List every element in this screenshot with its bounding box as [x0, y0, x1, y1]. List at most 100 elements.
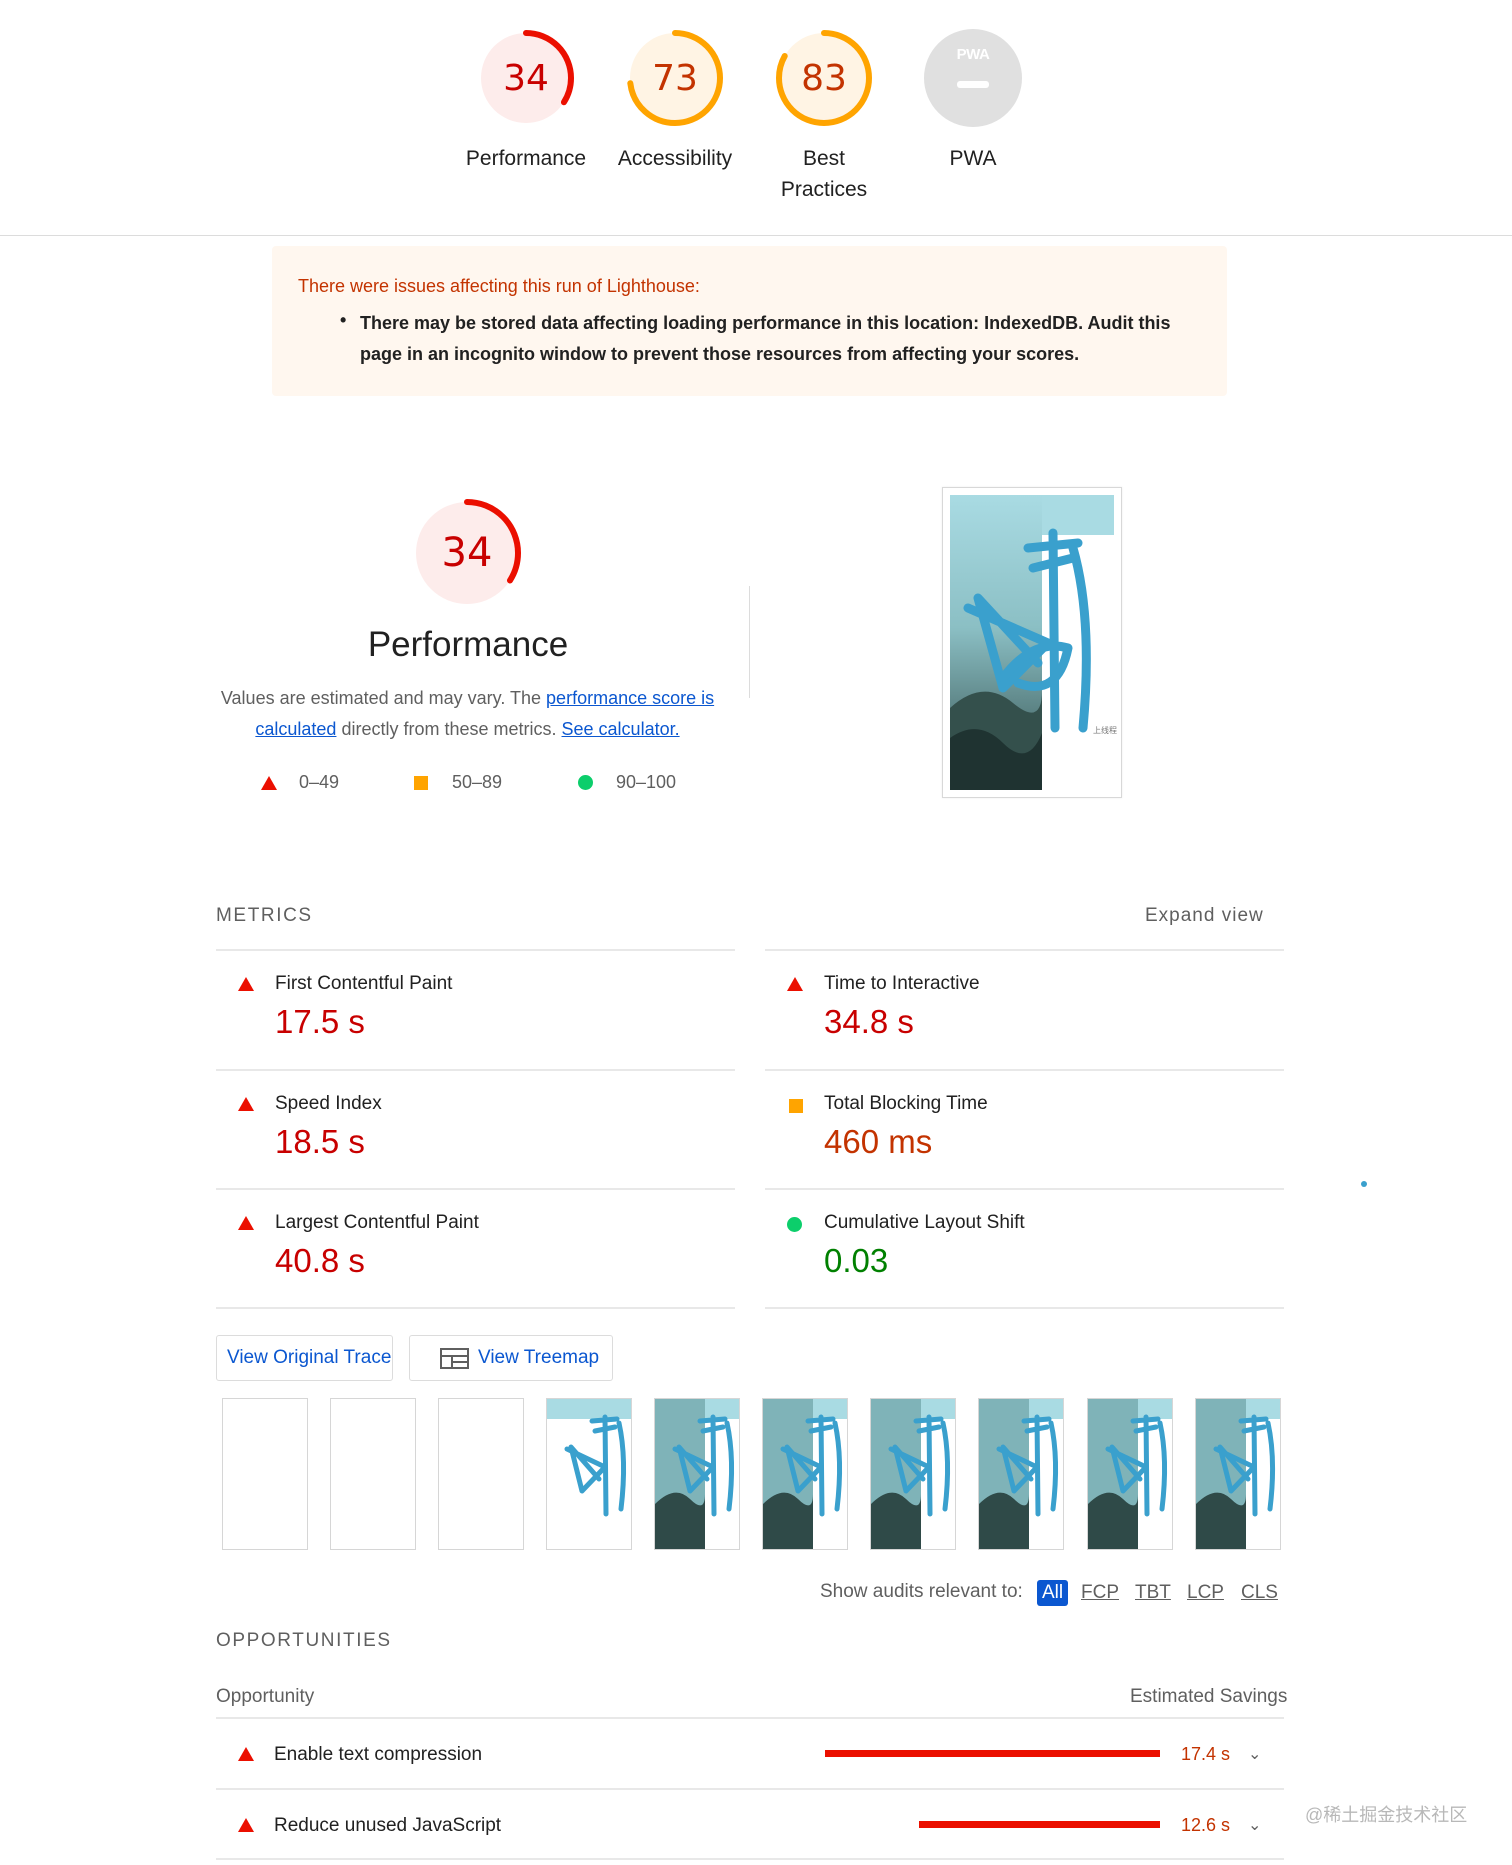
final-screenshot[interactable]: 上线程 — [942, 487, 1122, 798]
frame-thumbnail — [979, 1399, 1063, 1549]
opportunity-divider — [216, 1788, 1284, 1790]
gauge-label-pwa[interactable]: PWA — [893, 143, 1053, 174]
metric-name: Cumulative Layout Shift — [824, 1212, 1025, 1233]
metric-value: 17.5 s — [275, 1003, 365, 1040]
gauge-score: 73 — [652, 57, 698, 99]
frame-thumbnail — [1088, 1399, 1172, 1549]
chevron-down-icon[interactable]: ⌄ — [1248, 1815, 1261, 1835]
screenshot-caption: 上线程 — [1093, 725, 1117, 735]
audit-filter-label: Show audits relevant to: — [820, 1581, 1023, 1602]
column-estimated-savings: Estimated Savings — [1130, 1686, 1288, 1707]
view-original-trace-button[interactable]: View Original Trace — [216, 1335, 393, 1381]
watermark: @稀土掘金技术社区 — [1305, 1805, 1468, 1825]
legend-fail: 0–49 — [261, 772, 339, 793]
pwa-badge-text: PWA — [956, 46, 990, 63]
gauge-pwa[interactable]: PWA — [923, 28, 1023, 128]
decorative-dot — [1361, 1181, 1367, 1187]
filter-fcp[interactable]: FCP — [1081, 1580, 1119, 1606]
metric-divider — [216, 1307, 735, 1309]
savings-bar — [918, 1821, 1160, 1828]
filter-lcp[interactable]: LCP — [1187, 1580, 1224, 1606]
performance-title: Performance — [367, 625, 569, 664]
filmstrip-frame — [1195, 1398, 1281, 1550]
gauge-label-accessibility[interactable]: Accessibility — [595, 143, 755, 174]
warning-box: There were issues affecting this run of … — [272, 246, 1227, 396]
column-opportunity: Opportunity — [216, 1686, 315, 1707]
triangle-icon — [238, 1097, 254, 1111]
header-divider — [0, 235, 1512, 236]
gauge-best-practices[interactable]: 83 — [774, 28, 874, 128]
triangle-icon — [238, 1747, 254, 1761]
frame-thumbnail — [871, 1399, 955, 1549]
warning-title: There were issues affecting this run of … — [298, 276, 700, 296]
button-label: View Treemap — [478, 1347, 600, 1368]
gauge-label-performance[interactable]: Performance — [446, 143, 606, 174]
legend-label: 0–49 — [299, 772, 340, 792]
metric-name: First Contentful Paint — [275, 973, 453, 994]
opportunity-name: Reduce unused JavaScript — [274, 1815, 502, 1836]
savings-value: 12.6 s — [1181, 1815, 1231, 1835]
filmstrip-frame — [870, 1398, 956, 1550]
filmstrip-frame — [654, 1398, 740, 1550]
performance-gauge-large: 34 — [411, 497, 523, 609]
legend-average: 50–89 — [414, 772, 502, 793]
gauge-accessibility[interactable]: 73 — [625, 28, 725, 128]
see-calculator-link[interactable]: See calculator. — [562, 719, 680, 739]
opportunity-name: Enable text compression — [274, 1744, 483, 1765]
filter-cls[interactable]: CLS — [1241, 1580, 1278, 1606]
metric-value: 40.8 s — [275, 1242, 365, 1279]
screenshot-image: 上线程 — [950, 495, 1117, 790]
desc-text: Values are estimated and may vary. The — [220, 688, 547, 708]
filmstrip-frame — [1087, 1398, 1173, 1550]
bullet-icon: • — [340, 310, 347, 330]
filter-tbt[interactable]: TBT — [1135, 1580, 1171, 1606]
label-line: Practices — [780, 178, 868, 201]
circle-icon — [787, 1217, 802, 1232]
metric-divider — [216, 949, 735, 951]
filmstrip-frame — [330, 1398, 416, 1550]
gauge-performance[interactable]: 34 — [476, 28, 576, 128]
gauge-score: 83 — [801, 57, 847, 99]
metric-name: Total Blocking Time — [824, 1093, 988, 1114]
metric-value: 34.8 s — [824, 1003, 914, 1040]
metric-divider — [765, 1188, 1284, 1190]
legend-pass: 90–100 — [578, 772, 676, 793]
opportunities-heading: OPPORTUNITIES — [216, 1630, 392, 1651]
metric-divider — [765, 1307, 1284, 1309]
metric-divider — [216, 1069, 735, 1071]
legend-label: 50–89 — [452, 772, 503, 792]
triangle-icon — [261, 775, 277, 790]
gauge-score: 34 — [503, 57, 549, 99]
chevron-down-icon[interactable]: ⌄ — [1248, 1744, 1261, 1764]
warning-item: There may be stored data affecting loadi… — [360, 313, 1171, 364]
expand-view-toggle[interactable]: Expand view — [1145, 905, 1264, 927]
square-icon — [789, 1099, 803, 1113]
frame-thumbnail — [1196, 1399, 1280, 1549]
frame-thumbnail — [763, 1399, 847, 1549]
square-icon — [414, 775, 428, 790]
opportunity-divider — [216, 1717, 1284, 1719]
filter-all[interactable]: All — [1037, 1580, 1069, 1606]
legend-label: 90–100 — [616, 772, 677, 792]
pwa-icon — [924, 29, 1022, 127]
frame-thumbnail — [547, 1399, 631, 1549]
filmstrip-frame — [438, 1398, 524, 1550]
metric-divider — [216, 1188, 735, 1190]
performance-description: Values are estimated and may vary. The p… — [215, 683, 720, 745]
circle-icon — [578, 775, 593, 790]
metric-divider — [765, 949, 1284, 951]
metrics-heading: METRICS — [216, 905, 313, 926]
metric-value: 460 ms — [824, 1123, 933, 1160]
view-treemap-button[interactable]: View Treemap — [409, 1335, 613, 1381]
metric-name: Largest Contentful Paint — [275, 1212, 479, 1233]
gauge-label-best-practices[interactable]: Best Practices — [744, 143, 904, 205]
triangle-icon — [238, 977, 254, 991]
triangle-icon — [238, 1818, 254, 1832]
label-line: Best — [802, 147, 846, 170]
metric-value: 0.03 — [824, 1242, 889, 1279]
opportunity-divider — [216, 1858, 1284, 1860]
filmstrip-frame — [222, 1398, 308, 1550]
performance-score: 34 — [441, 530, 493, 576]
metric-name: Speed Index — [275, 1093, 382, 1114]
filmstrip-frame — [546, 1398, 632, 1550]
